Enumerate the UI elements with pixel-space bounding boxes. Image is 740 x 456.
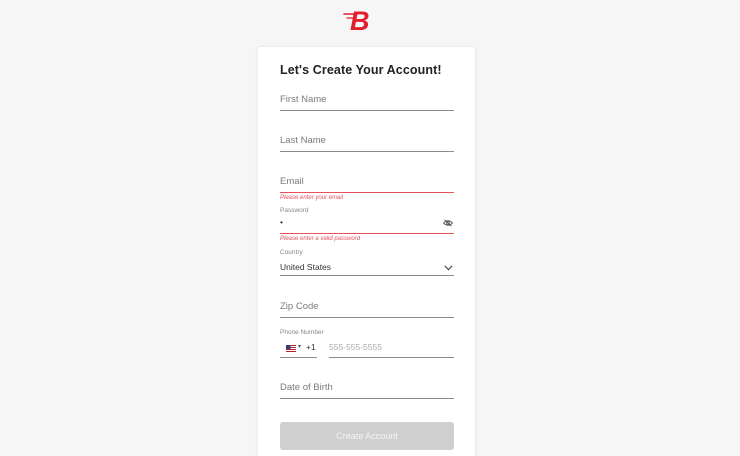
zip-code-field[interactable]: Zip Code — [280, 298, 454, 318]
phone-code-underline — [280, 357, 317, 358]
chevron-down-icon — [444, 265, 453, 271]
password-label: Password — [280, 207, 309, 214]
country-underline — [280, 275, 454, 276]
email-error-message: Please enter your email — [280, 195, 344, 201]
brand-logo-icon: B — [343, 6, 370, 33]
email-underline — [280, 192, 454, 193]
password-underline — [280, 233, 454, 234]
eye-off-icon[interactable] — [443, 219, 453, 227]
us-flag-icon — [286, 345, 296, 352]
signup-card: Let's Create Your Account! First Name La… — [257, 46, 476, 456]
zip-code-placeholder: Zip Code — [280, 301, 319, 312]
country-label: Country — [280, 249, 303, 256]
date-of-birth-underline — [280, 398, 454, 399]
first-name-field[interactable]: First Name — [280, 91, 454, 111]
password-error-message: Please enter a valid password — [280, 236, 361, 242]
phone-label: Phone Number — [280, 329, 324, 336]
first-name-placeholder: First Name — [280, 94, 327, 105]
brand-logo-letter: B — [350, 6, 370, 33]
phone-number-underline — [329, 357, 454, 358]
create-account-button[interactable]: Create Account — [280, 422, 454, 450]
caret-down-icon: ▾ — [298, 344, 302, 350]
phone-number-field[interactable]: 555-555-5555 — [329, 339, 454, 358]
form-title: Let's Create Your Account! — [280, 63, 442, 77]
phone-country-code-select[interactable]: ▾ +1 — [280, 339, 317, 358]
last-name-placeholder: Last Name — [280, 135, 326, 146]
date-of-birth-field[interactable]: Date of Birth — [280, 379, 454, 399]
dial-code: +1 — [306, 342, 316, 352]
first-name-underline — [280, 110, 454, 111]
zip-code-underline — [280, 317, 454, 318]
password-field[interactable]: Password • — [280, 205, 454, 234]
country-value: United States — [280, 262, 332, 272]
last-name-field[interactable]: Last Name — [280, 132, 454, 152]
password-value: • — [280, 217, 283, 227]
phone-number-placeholder: 555-555-5555 — [329, 342, 382, 352]
email-field[interactable]: Email — [280, 173, 454, 193]
last-name-underline — [280, 151, 454, 152]
email-placeholder: Email — [280, 176, 304, 187]
country-select[interactable]: Country United States — [280, 247, 454, 276]
date-of-birth-placeholder: Date of Birth — [280, 382, 333, 393]
